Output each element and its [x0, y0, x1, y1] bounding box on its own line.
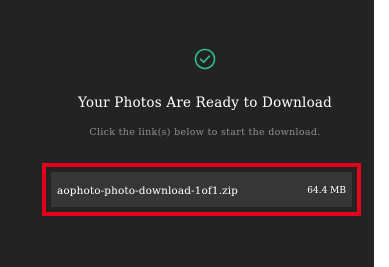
check-circle-icon [194, 48, 216, 70]
file-size: 64.4 MB [307, 186, 346, 196]
download-link[interactable]: aophoto-photo-download-1of1.zip 64.4 MB [51, 172, 352, 207]
download-link-row[interactable]: aophoto-photo-download-1of1.zip 64.4 MB [42, 163, 361, 216]
download-panel: Your Photos Are Ready to Download Click … [0, 0, 374, 267]
page-subtitle: Click the link(s) below to start the dow… [89, 127, 321, 138]
page-title: Your Photos Are Ready to Download [77, 95, 332, 111]
file-name: aophoto-photo-download-1of1.zip [57, 185, 238, 197]
